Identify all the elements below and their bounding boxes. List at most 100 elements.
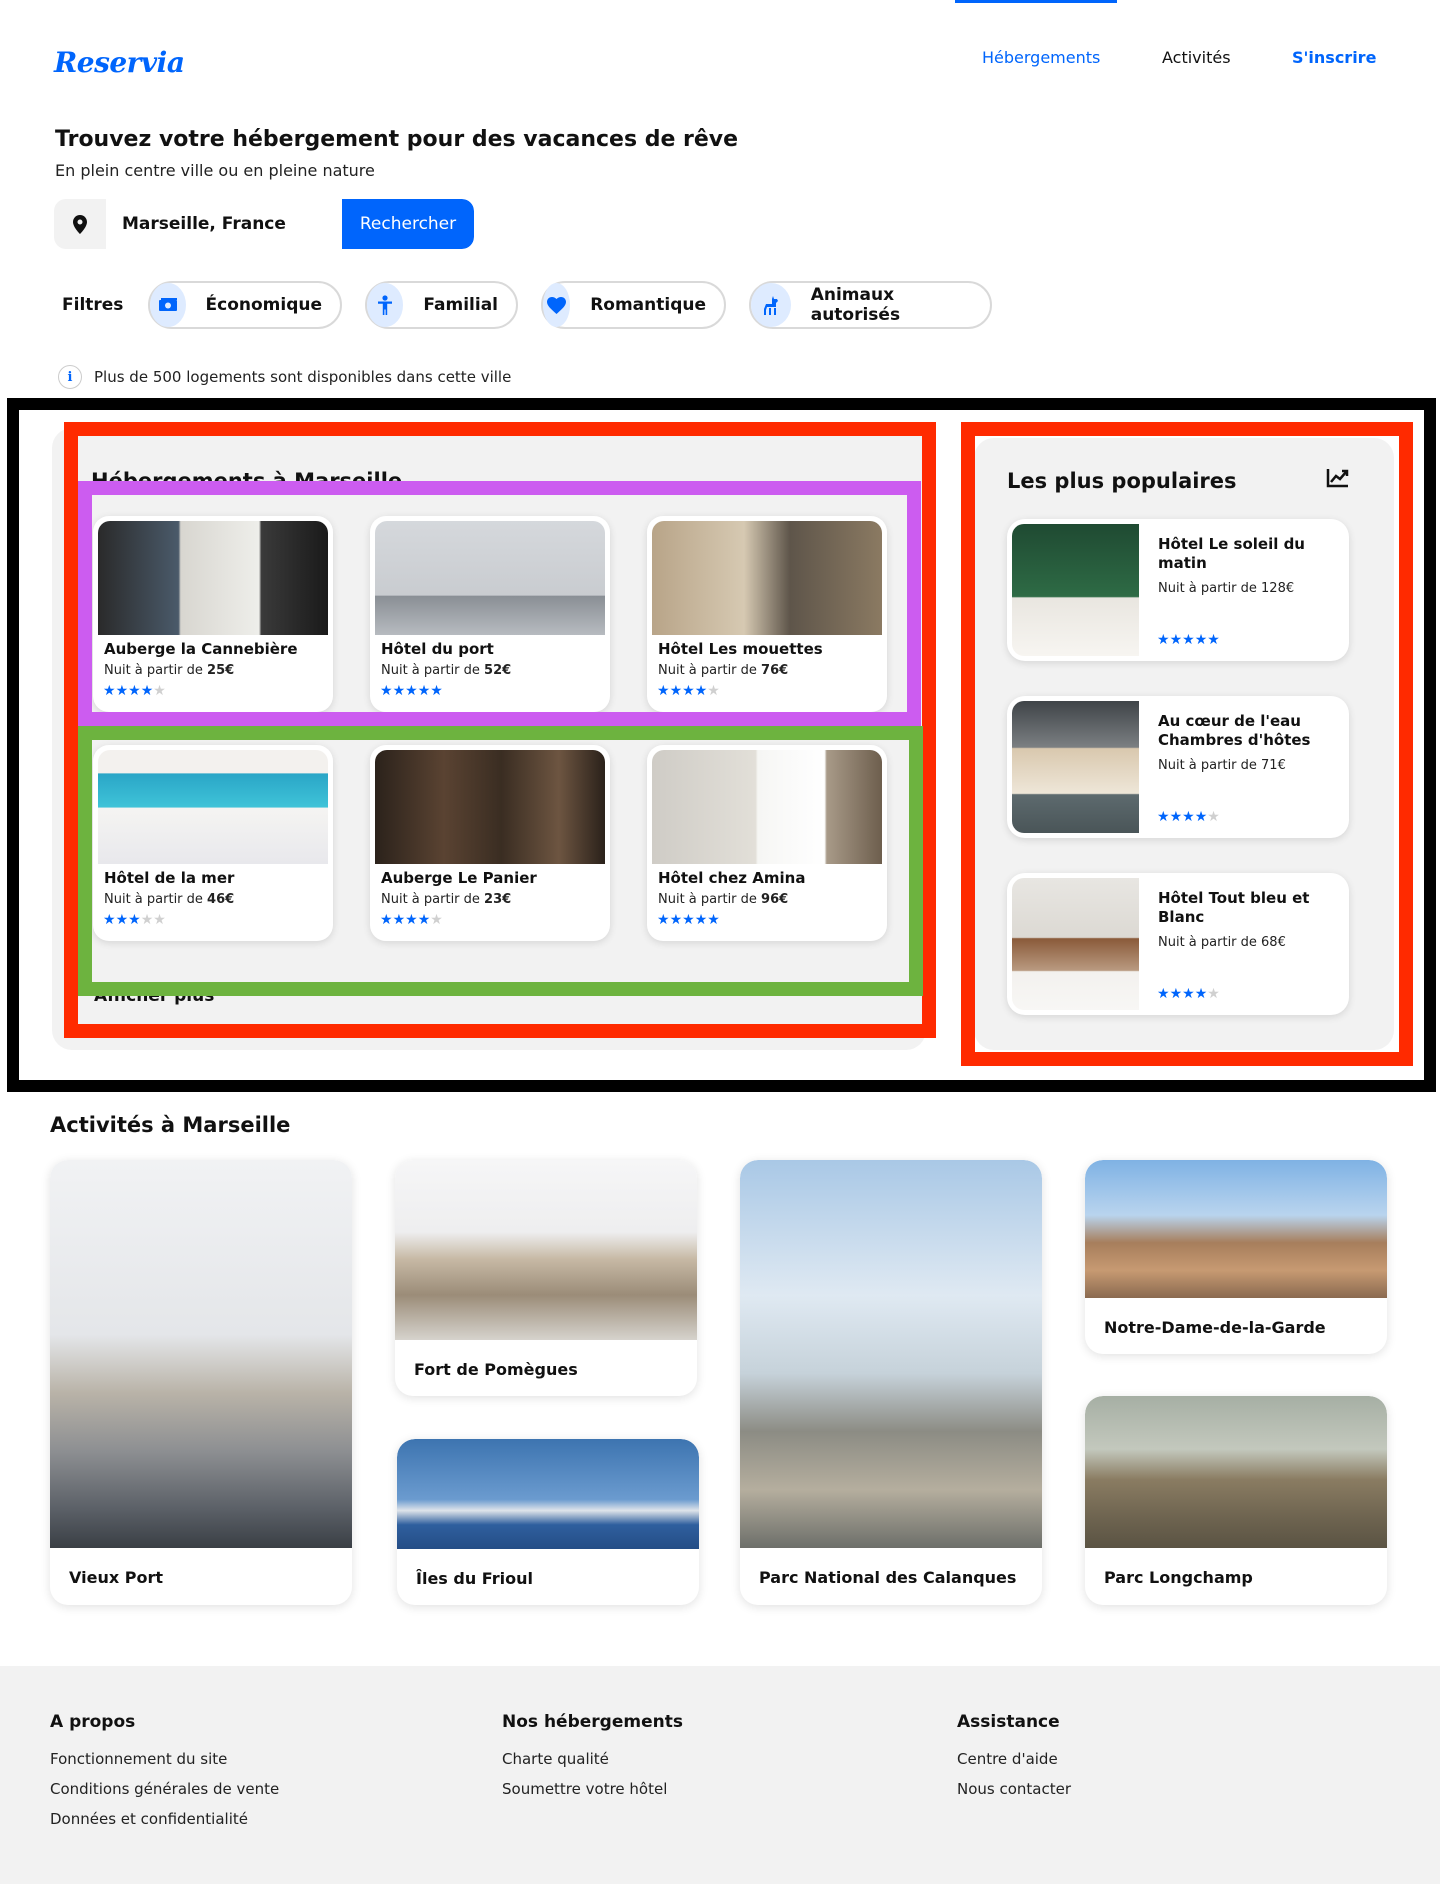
star-filled-icon: ★ bbox=[405, 912, 418, 928]
hotel-name: Auberge la Cannebière bbox=[104, 640, 298, 658]
rating-stars: ★★★★★ bbox=[103, 912, 166, 928]
star-filled-icon: ★ bbox=[392, 912, 406, 928]
star-filled-icon: ★ bbox=[405, 683, 418, 699]
footer-link[interactable]: Soumettre votre hôtel bbox=[502, 1780, 683, 1798]
star-filled-icon: ★ bbox=[1194, 809, 1208, 825]
hotel-price: Nuit à partir de 23€ bbox=[381, 892, 512, 907]
popular-hotel-card[interactable]: Au cœur de l'eau Chambres d'hôtes Nuit à… bbox=[1007, 696, 1349, 838]
hotel-card[interactable]: Hôtel de la mer Nuit à partir de 46€ ★★★… bbox=[93, 745, 333, 941]
rating-stars: ★★★★★ bbox=[103, 683, 166, 699]
hotel-name: Hôtel Tout bleu et Blanc bbox=[1158, 889, 1310, 926]
activity-photo bbox=[397, 1439, 699, 1549]
hotel-name: Au cœur de l'eau Chambres d'hôtes bbox=[1158, 712, 1311, 749]
filter-label: Animaux autorisés bbox=[810, 285, 901, 325]
star-empty-icon: ★ bbox=[1207, 986, 1220, 1002]
filter-familial[interactable]: Familial bbox=[365, 281, 518, 329]
star-filled-icon: ★ bbox=[1157, 809, 1170, 825]
hotel-price: Nuit à partir de 76€ bbox=[658, 663, 789, 678]
rating-stars: ★★★★★ bbox=[380, 683, 443, 699]
nav-activites[interactable]: Activités bbox=[1162, 48, 1231, 67]
activity-card[interactable]: Fort de Pomègues bbox=[395, 1160, 697, 1396]
activity-card[interactable]: Notre-Dame-de-la-Garde bbox=[1085, 1160, 1387, 1354]
brand-logo[interactable]: Reservia bbox=[54, 46, 185, 79]
star-filled-icon: ★ bbox=[1169, 632, 1183, 648]
star-filled-icon: ★ bbox=[657, 683, 670, 699]
search-button[interactable]: Rechercher bbox=[342, 199, 474, 249]
star-filled-icon: ★ bbox=[430, 683, 443, 699]
hotel-card[interactable]: Auberge la Cannebière Nuit à partir de 2… bbox=[93, 516, 333, 712]
money-icon bbox=[150, 283, 186, 327]
hotel-photo bbox=[375, 521, 605, 635]
filter-romantique[interactable]: Romantique bbox=[541, 281, 726, 329]
popular-hotel-card[interactable]: Hôtel Le soleil du matin Nuit à partir d… bbox=[1007, 519, 1349, 661]
footer-column-hebergements: Nos hébergements Charte qualité Soumettr… bbox=[502, 1712, 683, 1810]
star-empty-icon: ★ bbox=[707, 683, 720, 699]
activity-name: Notre-Dame-de-la-Garde bbox=[1104, 1318, 1326, 1337]
hotel-photo bbox=[1012, 524, 1139, 656]
nav-hebergements[interactable]: Hébergements bbox=[982, 48, 1100, 67]
hotel-card[interactable]: Hôtel Les mouettes Nuit à partir de 76€ … bbox=[647, 516, 887, 712]
activity-name: Parc National des Calanques bbox=[759, 1568, 1017, 1587]
activity-photo bbox=[1085, 1160, 1387, 1298]
activity-card[interactable]: Îles du Frioul bbox=[397, 1439, 699, 1605]
rating-stars: ★★★★★ bbox=[1157, 986, 1220, 1002]
hotel-name: Hôtel chez Amina bbox=[658, 869, 806, 887]
hero-title: Trouvez votre hébergement pour des vacan… bbox=[55, 127, 739, 152]
footer-link[interactable]: Nous contacter bbox=[957, 1780, 1071, 1798]
activity-card[interactable]: Parc Longchamp bbox=[1085, 1396, 1387, 1605]
hotel-card[interactable]: Auberge Le Panier Nuit à partir de 23€ ★… bbox=[370, 745, 610, 941]
trending-icon bbox=[1326, 468, 1350, 492]
activity-photo bbox=[740, 1160, 1042, 1548]
star-filled-icon: ★ bbox=[103, 912, 116, 928]
person-icon bbox=[367, 283, 404, 327]
star-filled-icon: ★ bbox=[694, 912, 708, 928]
hotel-photo bbox=[98, 521, 328, 635]
footer-link[interactable]: Conditions générales de vente bbox=[50, 1780, 279, 1798]
star-filled-icon: ★ bbox=[417, 683, 431, 699]
filters-label: Filtres bbox=[62, 295, 124, 315]
footer-link[interactable]: Charte qualité bbox=[502, 1750, 683, 1768]
filter-economique[interactable]: Économique bbox=[148, 281, 342, 329]
hotel-price: Nuit à partir de 68€ bbox=[1158, 935, 1286, 950]
activities-title: Activités à Marseille bbox=[50, 1113, 291, 1137]
hotel-card[interactable]: Hôtel chez Amina Nuit à partir de 96€ ★ ★… bbox=[647, 745, 887, 941]
info-text: Plus de 500 logements sont disponibles d… bbox=[94, 368, 512, 386]
star-filled-icon: ★ bbox=[1169, 809, 1183, 825]
popular-hotel-card[interactable]: Hôtel Tout bleu et Blanc Nuit à partir d… bbox=[1007, 873, 1349, 1015]
star-empty-icon: ★ bbox=[1207, 809, 1220, 825]
show-more-link[interactable]: Afficher plus bbox=[94, 986, 214, 1006]
star-filled-icon: ★ bbox=[1182, 632, 1195, 648]
nav-signup[interactable]: S'inscrire bbox=[1292, 48, 1376, 67]
activity-card[interactable]: Vieux Port bbox=[50, 1160, 352, 1605]
footer-heading: Assistance bbox=[957, 1712, 1060, 1732]
footer-link[interactable]: Données et confidentialité bbox=[50, 1810, 279, 1828]
filter-label: Romantique bbox=[590, 295, 706, 315]
search-input[interactable] bbox=[106, 199, 342, 249]
activity-card[interactable]: Parc National des Calanques bbox=[740, 1160, 1042, 1605]
hotel-photo bbox=[1012, 878, 1139, 1010]
hotel-name: Hôtel Le soleil du matin bbox=[1158, 535, 1305, 572]
star-filled-icon: ★ bbox=[657, 912, 670, 928]
footer-link[interactable]: Centre d'aide bbox=[957, 1750, 1071, 1768]
hotel-price: Nuit à partir de 52€ bbox=[381, 663, 512, 678]
footer-link[interactable]: Fonctionnement du site bbox=[50, 1750, 279, 1768]
star-filled-icon: ★ bbox=[380, 912, 393, 928]
hotel-photo bbox=[652, 750, 882, 864]
search-bar: Rechercher bbox=[54, 199, 474, 249]
rating-stars: ★★★★★ bbox=[1157, 809, 1220, 825]
hotel-photo bbox=[98, 750, 328, 864]
heart-icon bbox=[543, 283, 571, 327]
hotel-price: Nuit à partir de 96€ bbox=[658, 892, 789, 907]
star-filled-icon: ★ bbox=[380, 683, 393, 699]
rating-stars: ★★★★★ bbox=[1157, 632, 1220, 648]
star-filled-icon: ★ bbox=[1207, 632, 1220, 648]
hotel-card[interactable]: Hôtel du port Nuit à partir de 52€ ★★★★★ bbox=[370, 516, 610, 712]
star-filled-icon: ★ bbox=[115, 683, 129, 699]
activity-photo bbox=[1085, 1396, 1387, 1548]
dog-icon bbox=[751, 283, 791, 327]
info-icon: i bbox=[58, 365, 82, 389]
filter-animaux[interactable]: Animaux autorisés bbox=[749, 281, 992, 329]
hotel-photo bbox=[375, 750, 605, 864]
star-filled-icon: ★ bbox=[1157, 632, 1170, 648]
hotel-price: Nuit à partir de 25€ bbox=[104, 663, 235, 678]
